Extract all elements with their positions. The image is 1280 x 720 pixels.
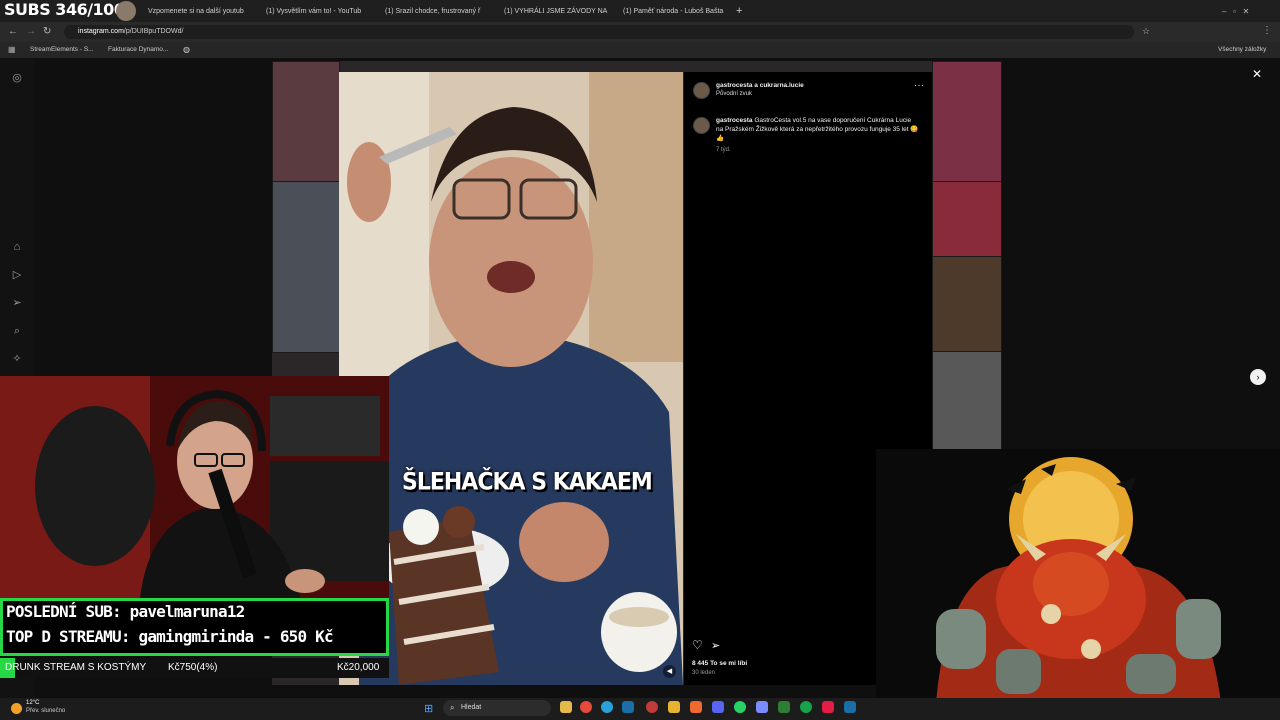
reload-icon[interactable]: ↻: [43, 26, 51, 37]
instagram-logo-icon[interactable]: ◎: [11, 72, 23, 84]
app-icon[interactable]: [756, 701, 768, 713]
bookmark-fakturace[interactable]: Fakturace Dynamo...: [108, 46, 168, 53]
background-tile: [932, 61, 1002, 183]
reel-video[interactable]: [339, 72, 683, 685]
author-avatar[interactable]: [693, 82, 710, 99]
tab-label: (1) VYHRÁLI JSME ZÁVODY NA: [504, 7, 608, 15]
background-tile: [272, 181, 340, 353]
bookmark-streamelements[interactable]: StreamElements - S...: [30, 46, 94, 53]
bookmarks-bar: ▦ StreamElements - S... Fakturace Dynamo…: [0, 42, 1280, 58]
windows-start-icon[interactable]: ⊞: [424, 702, 433, 715]
app-icon[interactable]: [800, 701, 812, 713]
close-icon[interactable]: ✕: [1252, 67, 1262, 81]
video-frame-illustration: [339, 72, 683, 685]
edge-icon[interactable]: [601, 701, 613, 713]
next-post-chevron-icon[interactable]: ›: [1250, 369, 1266, 385]
heart-icon[interactable]: ♡: [692, 638, 703, 652]
tab-1[interactable]: (1) Vysvětlím vám to! - YouTub✕: [262, 2, 370, 20]
steam-icon[interactable]: [622, 701, 634, 713]
tab-2[interactable]: (1) Srazil chodce, frustrovaný ř✕: [381, 2, 489, 20]
tab-label: Vzpomenete si na další youtub: [148, 7, 244, 15]
goal-current: Kč750(4%): [168, 662, 218, 673]
tab-3[interactable]: (1) VYHRÁLI JSME ZÁVODY NA✕: [500, 2, 608, 20]
explore-icon[interactable]: ✧: [11, 353, 23, 365]
tab-0[interactable]: Vzpomenete si na další youtub✕: [148, 2, 253, 20]
xbox-icon[interactable]: [778, 701, 790, 713]
share-icon[interactable]: ➢: [711, 639, 720, 652]
caption-block: gastrocesta GastroCesta vol.5 na vase do…: [716, 116, 920, 143]
video-caption-text: ŠLEHAČKA S KAKAEM: [402, 468, 653, 497]
background-tile: [932, 181, 1002, 258]
stream-stats-panel: POSLEDNÍ SUB: pavelmaruna12 TOP D STREAM…: [0, 598, 389, 656]
whatsapp-icon[interactable]: [734, 701, 746, 713]
weather-temp[interactable]: 12°C: [26, 700, 39, 706]
steam-icon[interactable]: [844, 701, 856, 713]
discord-icon[interactable]: [712, 701, 724, 713]
tab-label: (1) Paměť národa - Luboš Bašta: [623, 7, 724, 15]
mute-icon[interactable]: ◀: [663, 665, 676, 678]
caption-time: 7 týd.: [716, 147, 731, 153]
bookmark-star-icon[interactable]: ☆: [1142, 26, 1150, 37]
app-icon[interactable]: [822, 701, 834, 713]
globe-icon[interactable]: ◍: [183, 45, 190, 54]
app-icon[interactable]: [668, 701, 680, 713]
webcam-overlay: [0, 376, 389, 598]
weather-desc[interactable]: Přev. slunečno: [26, 708, 65, 714]
windows-taskbar: 12°C Přev. slunečno ⊞: [0, 698, 1280, 720]
back-icon[interactable]: ←: [8, 26, 18, 37]
tab-label: (1) Vysvětlím vám to! - YouTub: [266, 7, 362, 15]
author-header[interactable]: gastrocesta a cukrarna.lucie: [716, 82, 804, 89]
taskbar-search-input[interactable]: Hledat: [443, 700, 551, 716]
halloween-poster-art: [876, 449, 1280, 703]
home-icon[interactable]: ⌂: [11, 241, 23, 253]
weather-sun-icon[interactable]: [11, 703, 22, 714]
url-domain: instagram.com: [78, 28, 124, 35]
menu-icon[interactable]: ⋮: [1262, 25, 1272, 36]
background-tile: [272, 61, 340, 183]
reels-icon[interactable]: ▷: [11, 269, 23, 281]
url-path: /p/DUIBpuTDOWd/: [123, 28, 184, 35]
obs-icon[interactable]: [646, 701, 658, 713]
apps-grid-icon[interactable]: ▦: [8, 45, 16, 54]
caption-avatar[interactable]: [693, 117, 710, 134]
taskbar-search-label: Hledat: [461, 704, 482, 711]
new-tab-button[interactable]: +: [736, 2, 748, 20]
messages-icon[interactable]: ➢: [11, 297, 23, 309]
background-tile: [932, 256, 1002, 353]
app-icon[interactable]: [690, 701, 702, 713]
url-input[interactable]: instagram.com/p/DUIBpuTDOWd/: [64, 25, 1134, 39]
search-icon[interactable]: ⌕: [11, 325, 23, 337]
webcam-feed-illustration: [0, 376, 389, 598]
goal-target: Kč20,000: [337, 662, 380, 673]
tab-label: (1) Srazil chodce, frustrovaný ř: [385, 7, 481, 15]
poster-illustration: [876, 449, 1280, 703]
audio-label[interactable]: Původní zvuk: [716, 91, 752, 97]
tab-4[interactable]: (1) Paměť národa - Luboš Bašta✕: [619, 2, 729, 20]
post-date: 30 leden: [692, 670, 716, 676]
top-donor-text: TOP D STREAMU: gamingmirinda - 650 Kč: [6, 627, 334, 646]
goal-title: DRUNK STREAM S KOSTÝMY: [5, 662, 147, 673]
caption-username[interactable]: gastrocesta: [716, 117, 753, 124]
chrome-icon[interactable]: [580, 701, 592, 713]
background-tile: [932, 351, 1002, 451]
streamer-avatar: [116, 1, 136, 21]
browser-tab-strip: Vzpomenete si na další youtub✕ (1) Vysvě…: [0, 0, 1280, 22]
search-icon: ⌕: [450, 703, 455, 712]
forward-icon[interactable]: →: [26, 26, 36, 37]
window-controls[interactable]: – ▫ ✕: [1222, 2, 1272, 20]
last-sub-text: POSLEDNÍ SUB: pavelmaruna12: [6, 602, 245, 621]
likes-count[interactable]: 8 445 To se mi líbí: [692, 660, 747, 667]
file-explorer-icon[interactable]: [560, 701, 572, 713]
more-options-icon[interactable]: ···: [914, 80, 924, 91]
all-bookmarks[interactable]: Všechny záložky: [1218, 46, 1266, 53]
